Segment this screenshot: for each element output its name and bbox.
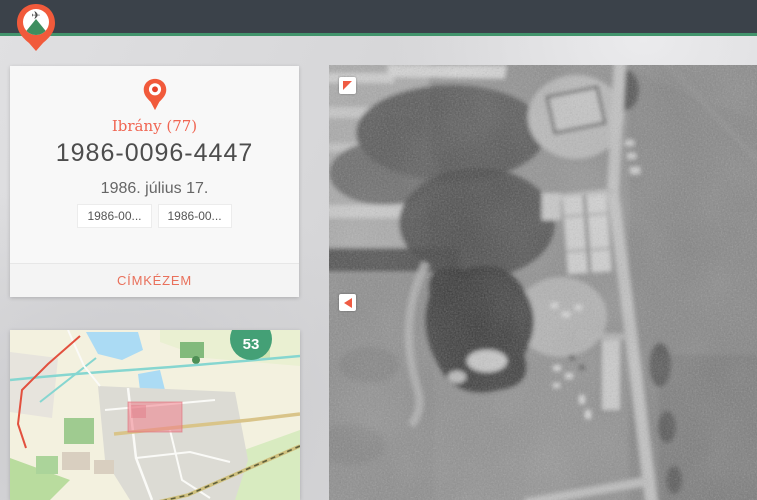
location-label[interactable]: Ibrány (77): [10, 117, 299, 135]
header: [0, 0, 757, 33]
map-thumbnail[interactable]: 53: [10, 330, 300, 500]
location-pin-icon: [142, 78, 168, 111]
header-divider: [0, 33, 757, 36]
previous-icon: [344, 298, 352, 308]
fullscreen-button[interactable]: [339, 77, 356, 94]
related-photos: 1986-00... 1986-00...: [10, 204, 299, 228]
related-photo-button[interactable]: 1986-00...: [77, 204, 151, 228]
photo-date: 1986. július 17.: [10, 180, 299, 198]
tag-button[interactable]: CÍMKÉZEM: [117, 273, 192, 288]
card-footer: CÍMKÉZEM: [10, 263, 299, 297]
logo-pin-icon[interactable]: ✈: [13, 2, 59, 52]
related-photo-button[interactable]: 1986-00...: [158, 204, 232, 228]
aerial-photo-image: [329, 65, 757, 500]
svg-text:✈: ✈: [31, 10, 40, 22]
photo-id: 1986-0096-4447: [10, 139, 299, 168]
photo-info-card: Ibrány (77) 1986-0096-4447 1986. július …: [10, 66, 299, 297]
aerial-photo-viewer[interactable]: [329, 65, 757, 500]
previous-photo-button[interactable]: [339, 294, 356, 311]
expand-icon: [343, 81, 352, 90]
